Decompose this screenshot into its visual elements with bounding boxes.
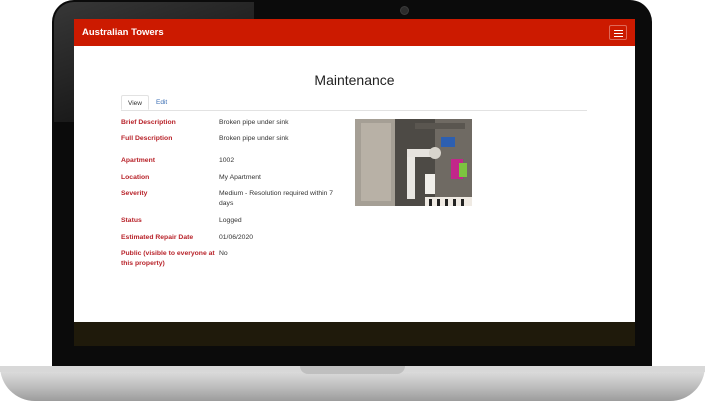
laptop-notch (300, 366, 405, 374)
apartment-label: Apartment (121, 157, 155, 164)
severity-label: Severity (121, 190, 148, 197)
photo-image (355, 119, 472, 206)
navbar: Australian Towers (74, 19, 635, 46)
estimated-repair-date-label: Estimated Repair Date (121, 234, 194, 241)
public-value: No (219, 250, 228, 257)
page-title: Maintenance (314, 72, 395, 88)
maintenance-photo[interactable] (355, 119, 472, 206)
tab-edit[interactable]: Edit (150, 95, 173, 110)
brief-description-label: Brief Description (121, 119, 176, 126)
location-label: Location (121, 174, 150, 181)
hamburger-icon[interactable] (609, 25, 627, 40)
location-value: My Apartment (219, 174, 261, 181)
main-content: Maintenance View Edit Brief Description … (74, 46, 635, 322)
apartment-value: 1002 (219, 157, 235, 164)
status-value: Logged (219, 217, 242, 224)
brief-description-value: Broken pipe under sink (219, 119, 289, 126)
tab-view[interactable]: View (121, 95, 149, 110)
tab-bar: View Edit (121, 95, 587, 111)
brand-link[interactable]: Australian Towers (82, 27, 164, 38)
full-description-value: Broken pipe under sink (219, 135, 289, 142)
full-description-label: Full Description (121, 135, 173, 142)
public-label: Public (visible to everyone at this prop… (121, 250, 215, 267)
footer (74, 322, 635, 346)
screen: Australian Towers Maintenance View Edit … (74, 19, 635, 346)
severity-value: Medium - Resolution required within 7 da… (219, 190, 334, 207)
webcam-icon (400, 6, 409, 15)
status-label: Status (121, 217, 142, 224)
estimated-repair-date-value: 01/06/2020 (219, 234, 254, 241)
